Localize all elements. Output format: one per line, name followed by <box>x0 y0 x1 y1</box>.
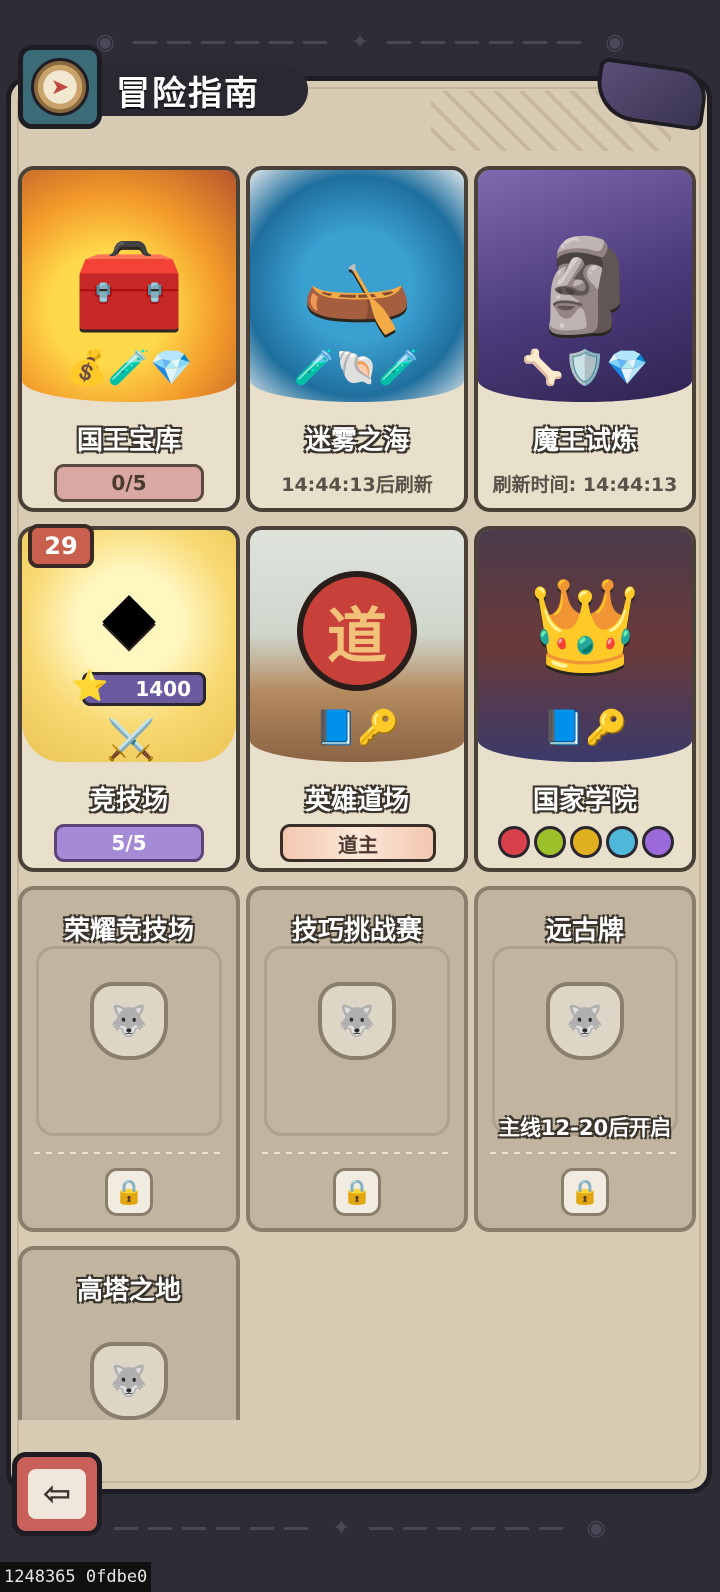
eye-icon: ◉ <box>605 29 625 55</box>
compass-icon: ➤ <box>18 45 102 129</box>
gem-dot <box>642 826 674 858</box>
star-icon: ✦ <box>332 1515 351 1541</box>
locked-emblem-icon: 🐺 <box>318 982 396 1060</box>
locked-emblem-icon: 🐺 <box>546 982 624 1060</box>
card-tower-land[interactable]: 高塔之地 🐺 <box>18 1246 240 1420</box>
card-name: 魔王试炼 <box>532 426 637 456</box>
bottom-decoration: ✦ ◉ <box>0 1508 720 1548</box>
reward-icons: 💰🧪💎 <box>65 348 193 388</box>
lock-icon: 🔒 <box>333 1168 381 1216</box>
gem-dot <box>570 826 602 858</box>
progress-pill: 0/5 <box>54 464 204 502</box>
arena-score: ⭐ 1400 <box>71 669 206 706</box>
dojo-emblem: 道 <box>297 571 417 691</box>
gem-dot <box>498 826 530 858</box>
star-icon: ✦ <box>350 29 370 55</box>
star-medal-icon: ⭐ <box>71 669 109 704</box>
card-glory-arena[interactable]: 荣耀竞技场 🐺 🔒 <box>18 886 240 1232</box>
card-arena[interactable]: 29 ◆ ⭐ 1400 ⚔️ 竞技场 5/5 <box>18 524 240 872</box>
card-name: 英雄道场 <box>304 786 409 816</box>
lock-icon: 🔒 <box>561 1168 609 1216</box>
boat-icon: 🛶 <box>300 233 414 338</box>
card-name: 竞技场 <box>89 786 168 816</box>
locked-emblem-icon: 🐺 <box>90 982 168 1060</box>
card-name: 荣耀竞技场 <box>63 916 194 946</box>
reward-icons: 📘🔑 <box>542 708 628 748</box>
rank-badge: 29 <box>28 524 94 568</box>
eye-icon: ◉ <box>586 1515 606 1541</box>
card-academy[interactable]: 👑 📘🔑 国家学院 <box>474 526 696 872</box>
gem-dot <box>534 826 566 858</box>
card-name: 迷雾之海 <box>304 426 409 456</box>
card-mist-sea[interactable]: 🛶 🧪🐚🧪 迷雾之海 14:44:13后刷新 <box>246 166 468 512</box>
card-name: 高塔之地 <box>76 1276 181 1306</box>
reward-icons: 🧪🐚🧪 <box>293 348 421 388</box>
card-name: 远古牌 <box>545 916 624 946</box>
silver-rank-emblem-icon: ◆ <box>102 575 156 657</box>
page-title: 冒险指南 <box>116 73 260 114</box>
gem-dot <box>606 826 638 858</box>
title-pill: 道主 <box>280 824 436 862</box>
card-name: 国王宝库 <box>76 426 181 456</box>
card-name: 国家学院 <box>532 786 637 816</box>
refresh-timer: 14:44:13后刷新 <box>281 474 433 496</box>
refresh-timer: 刷新时间: 14:44:13 <box>492 474 678 496</box>
debug-build-label: 1248365 0fdbe0 <box>0 1562 152 1592</box>
title-bar: ➤ 冒险指南 <box>18 45 308 129</box>
progress-pill: 5/5 <box>54 824 204 862</box>
card-name: 技巧挑战赛 <box>291 916 422 946</box>
stone-golem-icon: 🗿 <box>528 233 642 338</box>
treasure-chest-icon: 🧰 <box>72 233 186 338</box>
card-demon-trial[interactable]: 🗿 🦴🛡️💎 魔王试炼 刷新时间: 14:44:13 <box>474 166 696 512</box>
lock-icon: 🔒 <box>105 1168 153 1216</box>
crossed-swords-icon: ⚔️ <box>106 717 156 763</box>
card-skill-challenge[interactable]: 技巧挑战赛 🐺 🔒 <box>246 886 468 1232</box>
crown-crest-icon: 👑 <box>528 573 642 678</box>
card-hero-dojo[interactable]: 道 📘🔑 英雄道场 道主 <box>246 526 468 872</box>
academy-gem-dots <box>498 826 674 858</box>
unlock-condition: 主线12-20后开启 <box>498 1116 672 1140</box>
reward-icons: 🦴🛡️💎 <box>521 348 649 388</box>
card-king-vault[interactable]: 🧰 💰🧪💎 国王宝库 0/5 <box>18 166 240 512</box>
reward-icons: 📘🔑 <box>314 708 400 748</box>
card-ancient-cards[interactable]: 远古牌 🐺 主线12-20后开启 🔒 <box>474 886 696 1232</box>
locked-emblem-icon: 🐺 <box>90 1342 168 1420</box>
